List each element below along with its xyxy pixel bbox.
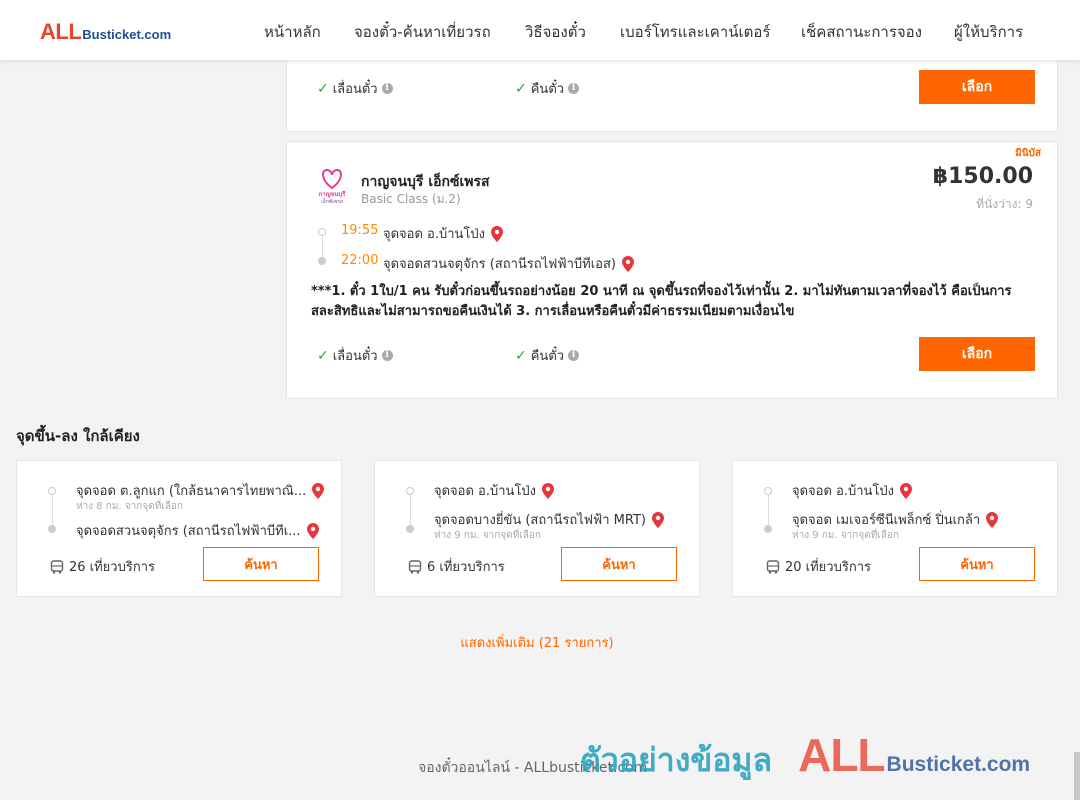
check-icon: ✓ [317,80,329,97]
departure-time: 19:55 [341,223,379,238]
nearby-from-stop: จุดจอด อ.บ้านโป่ง [792,480,913,501]
map-pin-icon[interactable] [306,522,319,539]
bus-icon [50,559,64,574]
info-icon[interactable]: i [568,350,580,361]
route-destination-dot [406,525,414,533]
map-pin-icon[interactable] [312,482,325,499]
bus-icon [408,559,422,574]
map-pin-icon[interactable] [651,511,664,528]
nearby-stops-title: จุดขึ้น-ลง ใกล้เคียง [16,427,140,445]
arrival-stop: จุดจอดสวนจตุจักร (สถานีรถไฟฟ้าบีทีเอส) [383,253,634,274]
route-origin-dot [318,228,326,236]
scrollbar-thumb[interactable] [1074,752,1080,800]
map-pin-icon[interactable] [900,482,913,499]
route-destination-dot [48,525,56,533]
nav-check-status[interactable]: เช็คสถานะการจอง [801,20,922,44]
nearby-from-stop: จุดจอด อ.บ้านโป่ง [434,480,555,501]
nav-operators[interactable]: ผู้ให้บริการ [954,20,1023,44]
trip-price: ฿150.00 [932,164,1033,189]
nearby-from-label: จุดจอด อ.บ้านโป่ง [792,484,895,499]
scrollbar[interactable] [1074,60,1080,800]
nearby-to-label: จุดจอด เมเจอร์ซีนีเพล็กซ์ ปิ่นเกล้า [792,513,981,528]
trip-count-label: 26 เที่ยวบริการ [69,560,155,575]
departure-stop-label: จุดจอด อ.บ้านโป่ง [383,227,486,242]
nearby-trip-count: 26 เที่ยวบริการ [50,556,155,577]
nearby-to-label: จุดจอดสวนจตุจักร (สถานีรถไฟฟ้าบีทีเ... [76,524,301,539]
feature-refund-ticket: ✓ คืนตั๋ว i [515,345,580,366]
arrival-time: 22:00 [341,253,379,268]
trip-card-previous: ✓ เลื่อนตั๋ว i ✓ คืนตั๋ว i เลือก [286,52,1058,132]
nearby-to-stop: จุดจอดสวนจตุจักร (สถานีรถไฟฟ้าบีทีเ... [76,520,319,541]
watermark-logo-rest: Busticket.com [886,753,1031,776]
feature-label: คืนตั๋ว [530,349,565,364]
info-icon[interactable]: i [381,83,393,94]
route-origin-dot [406,487,414,495]
check-icon: ✓ [317,347,329,364]
trip-count-label: 6 เที่ยวบริการ [427,560,505,575]
nearby-from-distance: ห่าง 8 กม. จากจุดที่เลือก [76,501,183,512]
map-pin-icon[interactable] [986,511,999,528]
map-pin-icon[interactable] [621,255,634,272]
trip-card: มินิบัส กาญจนบุรี เอ็กซ์เพรส กาญจนบุรี เ… [286,141,1058,399]
nearby-trip-count: 6 เที่ยวบริการ [408,556,505,577]
nearby-route-card: จุดจอด ต.ลูกแก (ใกล้ธนาคารไทยพาณิ... ห่า… [16,460,342,597]
vehicle-type-badge: มินิบัส [1015,148,1041,159]
feature-refund-ticket: ✓ คืนตั๋ว i [515,78,580,99]
nav-phone-counters[interactable]: เบอร์โทรและเคาน์เตอร์ [620,20,770,44]
nearby-from-stop: จุดจอด ต.ลูกแก (ใกล้ธนาคารไทยพาณิ... [76,480,325,501]
search-route-button[interactable]: ค้นหา [203,547,319,581]
select-trip-button[interactable]: เลือก [919,337,1035,371]
trip-conditions-note: ***1. ตั๋ว 1ใบ/1 คน รับตั๋วก่อนขึ้นรถอย่… [311,284,1012,319]
route-line [52,491,53,529]
feature-label: เลื่อนตั๋ว [332,82,378,97]
feature-change-ticket: ✓ เลื่อนตั๋ว i [317,78,393,99]
nav-how-to-book[interactable]: วิธีจองตั๋ว [525,20,586,44]
select-trip-button[interactable]: เลือก [919,70,1035,104]
departure-stop: จุดจอด อ.บ้านโป่ง [383,223,504,244]
seats-available: ที่นั่งว่าง: 9 [976,197,1033,211]
nearby-to-stop: จุดจอดบางยี่ขัน (สถานีรถไฟฟ้า MRT) [434,509,664,530]
bus-icon [766,559,780,574]
route-line [768,491,769,529]
feature-label: เลื่อนตั๋ว [332,349,378,364]
nearby-from-label: จุดจอด ต.ลูกแก (ใกล้ธนาคารไทยพาณิ... [76,484,307,499]
feature-label: คืนตั๋ว [530,82,565,97]
nearby-to-distance: ห่าง 9 กม. จากจุดที่เลือก [434,530,541,541]
map-pin-icon[interactable] [542,482,555,499]
search-route-button[interactable]: ค้นหา [919,547,1035,581]
service-class: Basic Class (ม.2) [361,192,461,206]
main-nav: หน้าหลัก จองตั๋ว-ค้นหาเที่ยวรถ วิธีจองตั… [0,20,1080,41]
nearby-to-label: จุดจอดบางยี่ขัน (สถานีรถไฟฟ้า MRT) [434,513,646,528]
route-origin-dot [764,487,772,495]
svg-text:กาญจนบุรี: กาญจนบุรี [319,190,347,198]
arrival-stop-label: จุดจอดสวนจตุจักร (สถานีรถไฟฟ้าบีทีเอส) [383,257,616,272]
map-pin-icon[interactable] [491,225,504,242]
route-destination-dot [764,525,772,533]
nearby-to-stop: จุดจอด เมเจอร์ซีนีเพล็กซ์ ปิ่นเกล้า [792,509,999,530]
nearby-from-label: จุดจอด อ.บ้านโป่ง [434,484,537,499]
watermark: ตัวอย่างข้อมูล ALL Busticket.com [580,728,1030,786]
nearby-to-distance: ห่าง 9 กม. จากจุดที่เลือก [792,530,899,541]
nearby-route-card: จุดจอด อ.บ้านโป่ง จุดจอด เมเจอร์ซีนีเพล็… [732,460,1058,597]
nav-booking-search[interactable]: จองตั๋ว-ค้นหาเที่ยวรถ [354,20,491,44]
info-icon[interactable]: i [568,83,580,94]
nav-home[interactable]: หน้าหลัก [264,20,321,44]
route-origin-dot [48,487,56,495]
nearby-route-card: จุดจอด อ.บ้านโป่ง จุดจอดบางยี่ขัน (สถานี… [374,460,700,597]
nearby-trip-count: 20 เที่ยวบริการ [766,556,871,577]
site-header: ALL Busticket.com หน้าหลัก จองตั๋ว-ค้นหา… [0,0,1080,60]
route-destination-dot [318,257,326,265]
route-line [410,491,411,529]
show-more-link[interactable]: แสดงเพิ่มเติม (21 รายการ) [0,632,1074,653]
svg-text:เอ็กซ์เพรส: เอ็กซ์เพรส [321,197,343,205]
operator-logo: กาญจนบุรี เอ็กซ์เพรส [313,166,351,206]
watermark-logo-all: ALL [798,729,885,781]
check-icon: ✓ [515,80,527,97]
trip-count-label: 20 เที่ยวบริการ [785,560,871,575]
info-icon[interactable]: i [381,350,393,361]
footer-text: จองตั๋วออนไลน์ - ALLbusticket.com [418,760,648,776]
search-route-button[interactable]: ค้นหา [561,547,677,581]
feature-change-ticket: ✓ เลื่อนตั๋ว i [317,345,393,366]
check-icon: ✓ [515,347,527,364]
